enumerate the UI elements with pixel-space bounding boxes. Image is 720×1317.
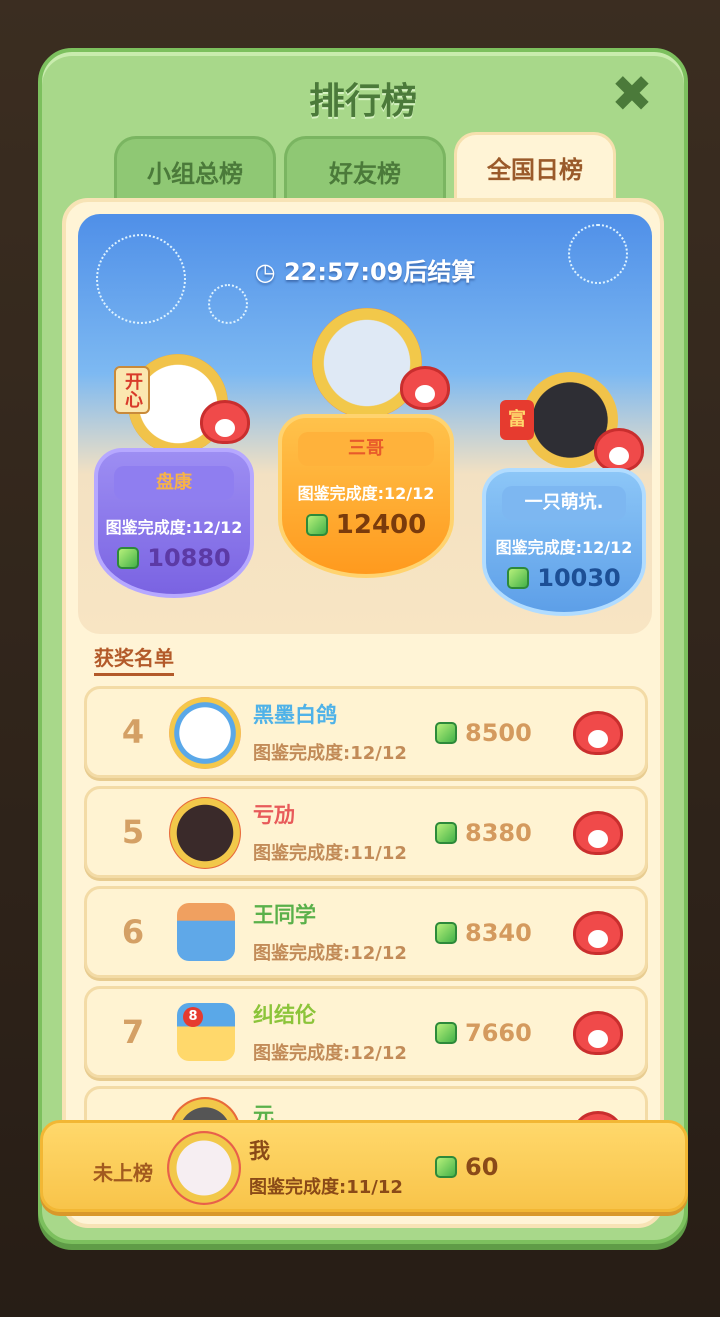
gem-icon [117,547,140,569]
avatar [167,1131,241,1205]
list-item[interactable]: 4 黑墨白鸽 图鉴完成度:12/12 8500 [84,686,648,778]
podium-third[interactable]: 富 一只萌坑. 图鉴完成度:12/12 10030 [482,364,646,624]
leaderboard-modal: 排行榜 ✖ 小组总榜 好友榜 全国日榜 ◷ 22:57:09后结算 开心 盘康 … [38,48,688,1244]
list-item[interactable]: 7 8 纠结伦 图鉴完成度:12/12 7660 [84,986,648,1078]
gem-icon [435,722,457,744]
player-completion: 图鉴完成度:12/12 [253,943,407,964]
gem-icon [435,1156,457,1178]
podium-name: 盘康 [114,466,234,500]
rank-number: 5 [121,813,145,851]
fox-icon [573,811,623,855]
podium-shield-purple: 盘康 图鉴完成度:12/12 10880 [94,448,254,598]
player-completion: 图鉴完成度:11/12 [249,1177,403,1198]
rank-number: 7 [121,1013,145,1051]
countdown-text: 22:57:09后结算 [283,258,476,286]
modal-title: 排行榜 [308,81,417,122]
player-score: 8500 [435,719,532,747]
rank-status: 未上榜 [93,1161,153,1185]
podium-completion: 图鉴完成度:12/12 [297,484,435,503]
notification-badge: 8 [183,1007,203,1027]
podium-first[interactable]: 三哥 图鉴完成度:12/12 12400 [278,298,454,598]
player-score: 7660 [435,1019,532,1047]
fox-icon [594,428,644,472]
fox-icon [573,711,623,755]
rank-number: 4 [121,713,145,751]
happy-badge: 开心 [114,366,150,414]
leaderboard-panel: ◷ 22:57:09后结算 开心 盘康 图鉴完成度:12/12 10880 三哥… [62,198,664,1228]
player-score: 8340 [435,919,532,947]
gem-icon [305,514,328,536]
clock-icon: ◷ [254,258,276,286]
podium-second[interactable]: 开心 盘康 图鉴完成度:12/12 10880 [94,344,254,614]
fox-icon [573,1011,623,1055]
gem-icon [507,567,530,589]
podium-name: 一只萌坑. [502,486,626,520]
countdown-timer: ◷ 22:57:09后结算 [78,252,652,287]
podium-score: 10880 [98,544,250,572]
player-completion: 图鉴完成度:12/12 [253,1043,407,1064]
fox-icon [573,911,623,955]
gem-icon [435,822,457,844]
player-name: 我 [249,1139,270,1163]
gem-icon [435,922,457,944]
fox-icon [200,400,250,444]
player-score: 8380 [435,819,532,847]
fox-icon [400,366,450,410]
close-icon[interactable]: ✖ [610,69,654,119]
firework-decoration [208,284,248,324]
awards-list-label: 获奖名单 [94,642,174,676]
podium-area: ◷ 22:57:09后结算 开心 盘康 图鉴完成度:12/12 10880 三哥… [78,214,652,634]
player-name: 黑墨白鸽 [253,703,337,727]
red-envelope-icon: 富 [500,400,534,440]
player-name: 王同学 [253,903,316,927]
player-name: 纠结伦 [253,1003,316,1027]
podium-name: 三哥 [298,432,434,466]
avatar [169,697,241,769]
player-completion: 图鉴完成度:11/12 [253,843,407,864]
player-completion: 图鉴完成度:12/12 [253,743,407,764]
tab-friends[interactable]: 好友榜 [284,136,446,206]
tab-group-total[interactable]: 小组总榜 [114,136,276,206]
my-rank-bar[interactable]: 未上榜 我 图鉴完成度:11/12 60 [40,1120,688,1212]
podium-shield-blue: 一只萌坑. 图鉴完成度:12/12 10030 [482,468,646,616]
avatar [169,797,241,869]
podium-score: 10030 [486,564,642,592]
avatar: 8 [177,1003,235,1061]
podium-score: 12400 [282,510,450,540]
player-name: 亏劢 [253,803,295,827]
player-score: 60 [435,1153,498,1181]
gem-icon [435,1022,457,1044]
podium-completion: 图鉴完成度:12/12 [495,538,633,557]
list-item[interactable]: 5 亏劢 图鉴完成度:11/12 8380 [84,786,648,878]
rank-number: 6 [121,913,145,951]
podium-shield-orange: 三哥 图鉴完成度:12/12 12400 [278,414,454,578]
avatar [177,903,235,961]
podium-completion: 图鉴完成度:12/12 [105,518,243,537]
list-item[interactable]: 6 王同学 图鉴完成度:12/12 8340 [84,886,648,978]
